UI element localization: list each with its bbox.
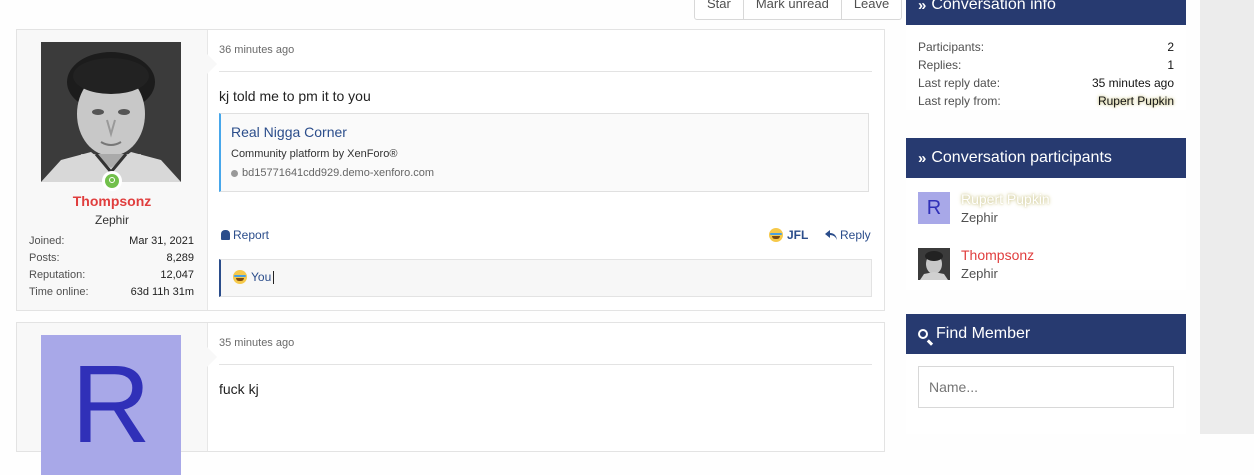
- report-label: Report: [233, 228, 270, 242]
- reply-label: Reply: [840, 228, 871, 242]
- double-chevron-icon: »: [918, 149, 927, 167]
- stat-label: Reputation:: [29, 269, 86, 281]
- stat-label: Joined:: [29, 235, 65, 247]
- last-reply-user-link[interactable]: Rupert Pupkin: [1098, 92, 1174, 110]
- reactions-summary-content: You: [233, 270, 275, 284]
- info-row: Replies: 1: [918, 56, 1174, 74]
- embed-description: Community platform by XenForo®: [231, 148, 398, 160]
- stat-value: Mar 31, 2021: [129, 235, 194, 247]
- block-header: » Conversation participants: [906, 138, 1186, 178]
- conversation-info-block: » Conversation info Participants: 2 Replie…: [906, 0, 1186, 110]
- user-stats: Joined: Mar 31, 2021 Posts: 8,289 Reputati…: [29, 233, 194, 301]
- conversation-actions: Star Mark unread Leave: [694, 0, 903, 20]
- online-status-icon: [102, 171, 122, 191]
- reactions-summary[interactable]: You: [219, 259, 872, 297]
- report-button[interactable]: Report: [221, 228, 269, 242]
- reaction-button[interactable]: JFL: [769, 228, 808, 242]
- leave-button[interactable]: Leave: [842, 0, 901, 19]
- tears-of-joy-icon: [233, 270, 247, 284]
- avatar[interactable]: R: [918, 192, 950, 224]
- block-title: Conversation info: [931, 0, 1056, 13]
- message-date[interactable]: 35 minutes ago: [219, 337, 294, 349]
- info-value: 1: [1167, 58, 1174, 72]
- divider: [219, 71, 872, 72]
- conversation-info-list: Participants: 2 Replies: 1 Last reply date…: [906, 25, 1186, 110]
- reply-button[interactable]: Reply: [825, 228, 871, 242]
- participant-title: Zephir: [961, 210, 998, 225]
- double-chevron-icon: »: [918, 0, 927, 14]
- message-body: fuck kj: [219, 381, 259, 397]
- stat-value: 63d 11h 31m: [130, 286, 194, 298]
- stat-row: Reputation: 12,047: [29, 267, 194, 284]
- message: Thompsonz Zephir Joined: Mar 31, 2021 Pos…: [16, 29, 885, 311]
- message-actions: Report JFL Reply: [219, 228, 872, 246]
- tears-of-joy-icon: [769, 228, 783, 242]
- text-cursor: [273, 270, 275, 284]
- globe-icon: [231, 169, 238, 177]
- stat-row: Time online: 63d 11h 31m: [29, 284, 194, 301]
- page-gutter: [1200, 0, 1254, 434]
- reactions-summary-text: You: [251, 270, 272, 284]
- message-user-cell: R: [17, 323, 208, 475]
- user-title: Zephir: [94, 213, 129, 227]
- stat-value: 12,047: [160, 269, 194, 281]
- info-value: 35 minutes ago: [1091, 76, 1174, 90]
- embed-url-text: bd15771641cdd929.demo-xenforo.com: [242, 167, 435, 179]
- reaction-label: JFL: [787, 228, 809, 242]
- info-row: Last reply date: 35 minutes ago: [918, 74, 1174, 92]
- info-value: 2: [1167, 40, 1174, 54]
- info-row: Last reply from: Rupert Pupkin: [918, 92, 1174, 110]
- message-body: kj told me to pm it to you: [219, 88, 371, 104]
- block-title: Find Member: [936, 325, 1031, 342]
- info-label: Replies:: [918, 58, 962, 72]
- member-search-input[interactable]: [918, 366, 1174, 408]
- info-label: Last reply from:: [918, 94, 1001, 108]
- message-arrow: [207, 54, 217, 74]
- info-label: Last reply date:: [918, 76, 1001, 90]
- message-date[interactable]: 36 minutes ago: [219, 44, 294, 56]
- search-icon: [918, 329, 928, 339]
- participant-item: R Rupert Pupkin Zephir: [906, 178, 1186, 234]
- avatar[interactable]: R: [41, 335, 181, 475]
- avatar-photo-image: [918, 248, 950, 280]
- info-row: Participants: 2: [918, 38, 1174, 56]
- divider: [219, 364, 872, 365]
- message-user-cell: Thompsonz Zephir Joined: Mar 31, 2021 Pos…: [17, 30, 208, 310]
- participant-item: Thompsonz Zephir: [906, 234, 1186, 290]
- message: R 35 minutes ago fuck kj: [16, 322, 885, 475]
- participant-title: Zephir: [961, 266, 998, 281]
- conversation-participants-block: » Conversation participants R Rupert Pupk…: [906, 138, 1186, 290]
- stat-value: 8,289: [166, 252, 194, 264]
- block-title: Conversation participants: [931, 149, 1112, 166]
- avatar[interactable]: [41, 42, 181, 182]
- block-header: Find Member: [906, 314, 1186, 354]
- mark-unread-button[interactable]: Mark unread: [744, 0, 842, 19]
- stat-label: Time online:: [29, 286, 89, 298]
- stat-row: Joined: Mar 31, 2021: [29, 233, 194, 250]
- link-embed[interactable]: Real Nigga Corner Community platform by …: [219, 113, 869, 192]
- username[interactable]: Thompsonz: [17, 193, 207, 209]
- participant-name[interactable]: Thompsonz: [961, 247, 1034, 263]
- embed-title[interactable]: Real Nigga Corner: [231, 124, 347, 140]
- bell-icon: [221, 230, 230, 240]
- star-button[interactable]: Star: [695, 0, 744, 19]
- stat-row: Posts: 8,289: [29, 250, 194, 267]
- find-member-block: Find Member: [906, 314, 1186, 434]
- reply-arrow-icon: [825, 230, 837, 240]
- avatar[interactable]: [918, 248, 950, 280]
- stat-label: Posts:: [29, 252, 60, 264]
- participant-name[interactable]: Rupert Pupkin: [961, 191, 1050, 207]
- block-header: » Conversation info: [906, 0, 1186, 25]
- message-arrow: [207, 347, 217, 367]
- avatar-photo-image: [41, 42, 181, 182]
- info-label: Participants:: [918, 40, 985, 54]
- embed-url: bd15771641cdd929.demo-xenforo.com: [231, 167, 434, 179]
